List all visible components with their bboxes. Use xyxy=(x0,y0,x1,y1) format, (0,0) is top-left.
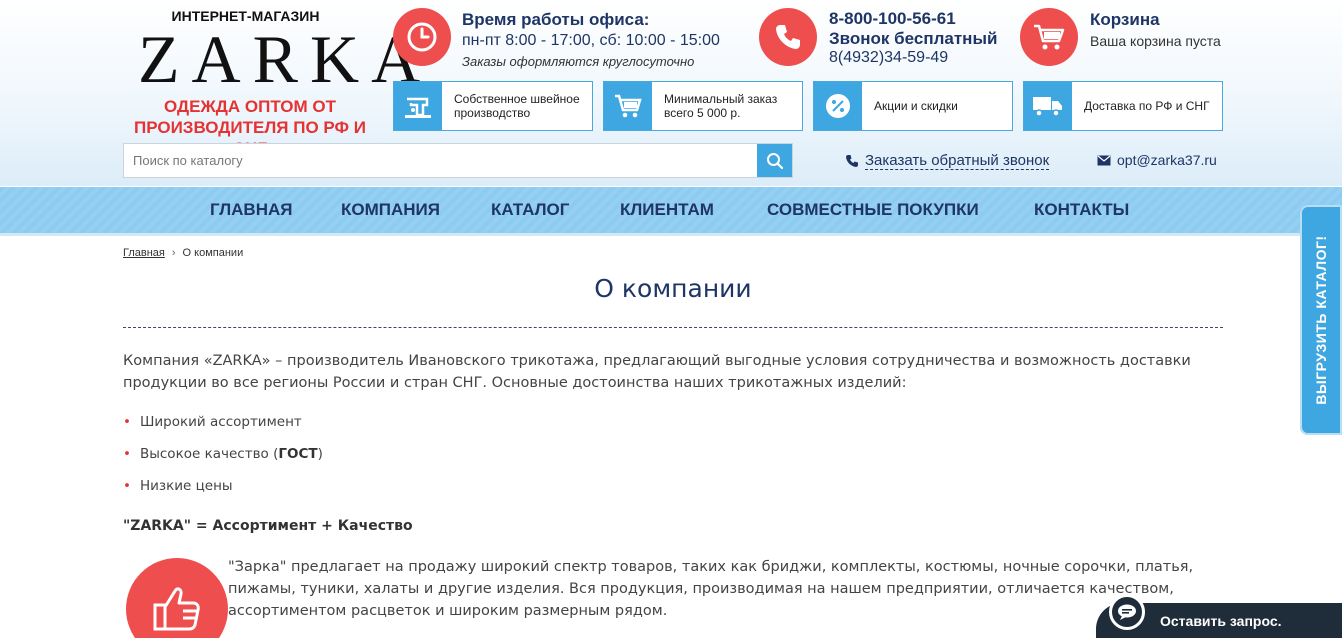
email-link[interactable]: opt@zarka37.ru xyxy=(1097,152,1217,168)
phone-number[interactable]: 8-800-100-56-61 xyxy=(829,9,956,29)
email-label: opt@zarka37.ru xyxy=(1117,152,1217,168)
office-note: Заказы оформляются круглосуточно xyxy=(462,54,695,69)
intro-text: Компания «ZARKA» – производитель Ивановс… xyxy=(123,353,1191,391)
download-catalog-tab[interactable]: ВЫГРУЗИТЬ КАТАЛОГ! xyxy=(1300,205,1342,435)
phone-free-label: Звонок бесплатный xyxy=(829,29,998,48)
search-button[interactable] xyxy=(757,144,792,177)
phone-small-icon xyxy=(846,155,858,167)
feature-min-order: Минимальный заказ всего 5 000 р. xyxy=(603,81,803,131)
cart-status: Ваша корзина пуста xyxy=(1090,33,1221,49)
feature-text: Собственное швейное производство xyxy=(454,92,580,120)
list-item-text: ) xyxy=(317,446,323,462)
nav-item-clients[interactable]: КЛИЕНТАМ xyxy=(620,187,714,233)
chat-icon[interactable] xyxy=(1109,594,1145,630)
callback-link[interactable]: Заказать обратный звонок xyxy=(845,152,1050,170)
logo[interactable]: ZARKA xyxy=(138,25,420,93)
feature-delivery[interactable]: Доставка по РФ и СНГ xyxy=(1023,81,1223,131)
feature-sales[interactable]: Акции и скидки xyxy=(813,81,1013,131)
list-item-text: Широкий ассортимент xyxy=(139,414,302,430)
description-text: "Зарка" предлагает на продажу широкий сп… xyxy=(228,559,1194,619)
page-title: О компании xyxy=(594,274,752,303)
feature-text: Акции и скидки xyxy=(874,99,958,113)
nav-item-catalog[interactable]: КАТАЛОГ xyxy=(491,187,569,233)
nav-divider xyxy=(0,233,1342,236)
truck-icon xyxy=(1024,82,1072,130)
list-item: Высокое качество (ГОСТ) xyxy=(123,446,323,462)
feature-text: Минимальный заказ всего 5 000 р. xyxy=(664,92,778,120)
list-item-text: Высокое качество ( xyxy=(139,446,279,462)
search-input[interactable] xyxy=(124,144,758,177)
search-icon xyxy=(766,152,783,169)
nav-item-home[interactable]: ГЛАВНАЯ xyxy=(210,187,292,233)
breadcrumb-separator-icon: › xyxy=(171,247,176,259)
cart-icon[interactable] xyxy=(1020,8,1078,66)
title-divider xyxy=(123,327,1223,328)
list-item: Широкий ассортимент xyxy=(123,414,302,430)
list-item-text: Низкие цены xyxy=(139,478,233,494)
breadcrumb: Главная › О компании xyxy=(123,247,243,259)
breadcrumb-current: О компании xyxy=(182,247,244,259)
list-item-bold: ГОСТ xyxy=(278,446,318,462)
breadcrumb-home[interactable]: Главная xyxy=(123,247,165,259)
sewing-machine-icon xyxy=(394,82,442,130)
nav-item-contacts[interactable]: КОНТАКТЫ xyxy=(1034,187,1129,233)
list-item: Низкие цены xyxy=(123,478,233,494)
callback-label: Заказать обратный звонок xyxy=(865,152,1050,170)
request-label: Оставить запрос. xyxy=(1160,613,1282,629)
download-catalog-label: ВЫГРУЗИТЬ КАТАЛОГ! xyxy=(1313,235,1329,405)
cart-title[interactable]: Корзина xyxy=(1090,10,1160,30)
basket-icon xyxy=(604,82,652,130)
office-hours: пн-пт 8:00 - 17:00, сб: 10:00 - 15:00 xyxy=(462,32,720,49)
nav-item-joint-purchases[interactable]: СОВМЕСТНЫЕ ПОКУПКИ xyxy=(767,187,979,233)
percent-icon xyxy=(814,82,862,130)
phone-icon[interactable] xyxy=(759,8,817,66)
mail-icon xyxy=(1097,155,1111,165)
clock-icon xyxy=(393,8,451,66)
section-subheading: "ZARKA" = Ассортимент + Качество xyxy=(123,518,413,534)
feature-sewing: Собственное швейное производство xyxy=(393,81,593,131)
office-hours-title: Время работы офиса: xyxy=(462,10,650,29)
phone-alt[interactable]: 8(4932)34-59-49 xyxy=(829,49,948,67)
thumbs-up-icon xyxy=(126,558,228,638)
feature-text: Доставка по РФ и СНГ xyxy=(1084,99,1210,113)
search-box xyxy=(123,143,793,178)
nav-item-company[interactable]: КОМПАНИЯ xyxy=(341,187,440,233)
